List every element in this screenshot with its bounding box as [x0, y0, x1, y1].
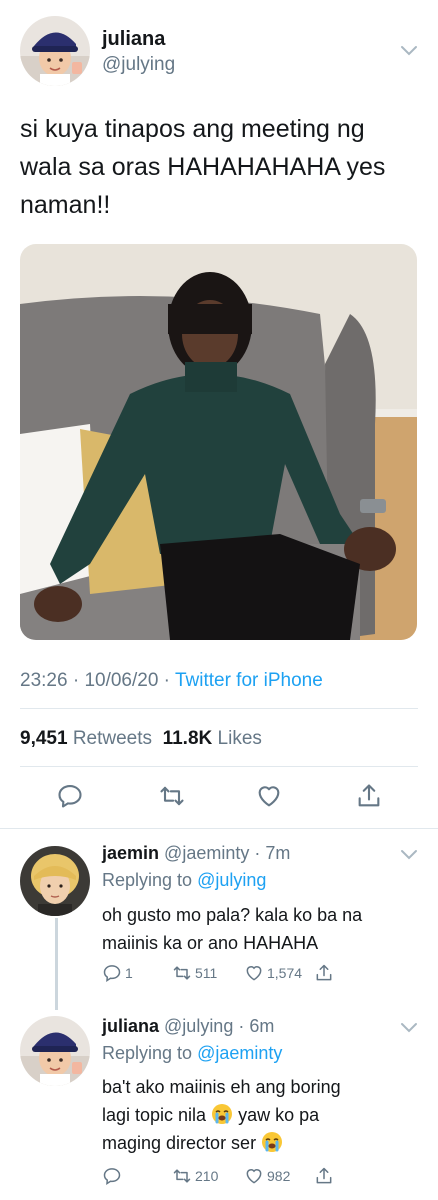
reply-author-handle[interactable]: @julying [164, 1016, 233, 1036]
loudly-crying-face-emoji [212, 1104, 233, 1124]
reply-author-name[interactable]: juliana [102, 1016, 159, 1036]
reply-action[interactable] [102, 1166, 125, 1186]
chevron-down-icon[interactable] [400, 44, 418, 56]
reply-avatar[interactable] [20, 1016, 90, 1086]
reply-icon [103, 965, 121, 982]
like-count: 982 [267, 1168, 291, 1184]
retweets-count[interactable]: 9,451 [20, 728, 68, 749]
thread-line [55, 918, 58, 1010]
reply-age: 6m [249, 1016, 275, 1036]
like-count: 1,574 [267, 965, 303, 981]
share-icon [316, 1167, 332, 1184]
share-icon[interactable] [355, 782, 383, 810]
author-avatar[interactable] [20, 16, 90, 86]
heart-icon[interactable] [255, 782, 283, 810]
replying-to: Replying to @jaeminty [102, 1043, 282, 1064]
reply-count: 1 [125, 965, 133, 981]
reply-text-segment: lagi topic nila [102, 1105, 207, 1125]
reply-action[interactable]: 1 [102, 963, 133, 983]
divider [20, 708, 418, 709]
share-icon [316, 964, 332, 981]
divider [0, 828, 438, 829]
author-name[interactable]: juliana [102, 28, 165, 51]
reply-text-line: ba't ako maiinis eh ang boring [102, 1077, 341, 1097]
reply-header: juliana @julying · 6m [102, 1016, 275, 1036]
like-action[interactable]: 1,574 [244, 963, 302, 983]
reply-author-name[interactable]: jaemin [102, 843, 159, 863]
retweet-action[interactable]: 210 [172, 1166, 218, 1186]
tweet-date: 10/06/20 [84, 670, 159, 691]
retweet-action[interactable]: 511 [172, 963, 217, 983]
replying-label: Replying to [102, 870, 193, 890]
retweet-icon[interactable] [158, 782, 186, 810]
replying-to-handle[interactable]: @julying [197, 870, 266, 890]
reply-text-line: lagi topic nila yaw ko pa [102, 1101, 422, 1129]
author-handle[interactable]: @julying [102, 54, 175, 76]
tweet-source[interactable]: Twitter for iPhone [175, 670, 323, 691]
share-action[interactable] [314, 1166, 337, 1186]
loudly-crying-face-emoji [262, 1132, 283, 1152]
likes-label[interactable]: Likes [218, 728, 262, 749]
share-action[interactable] [314, 963, 337, 983]
reply-icon [103, 1168, 121, 1185]
reply-icon[interactable] [56, 782, 84, 810]
retweets-label[interactable]: Retweets [73, 728, 152, 749]
chevron-down-icon[interactable] [400, 1021, 418, 1033]
reply-text: oh gusto mo pala? kala ko ba na maiinis … [102, 905, 363, 953]
reply-header: jaemin @jaeminty · 7m [102, 843, 291, 863]
tweet-photo[interactable] [20, 244, 417, 640]
like-action[interactable]: 982 [244, 1166, 290, 1186]
reply-text-segment: yaw ko pa [238, 1105, 320, 1125]
replying-to-handle[interactable]: @jaeminty [197, 1043, 282, 1063]
retweet-count: 511 [195, 965, 218, 981]
replying-to: Replying to @julying [102, 870, 266, 891]
retweet-icon [173, 1169, 191, 1183]
reply-author-handle[interactable]: @jaeminty [164, 843, 249, 863]
chevron-down-icon[interactable] [400, 848, 418, 860]
heart-icon [246, 1169, 262, 1184]
tweet-stats: 9,451 Retweets 11.8K Likes [20, 728, 262, 750]
heart-icon [246, 966, 262, 981]
reply-text-line: maging director ser [102, 1129, 422, 1157]
replying-label: Replying to [102, 1043, 193, 1063]
reply-text: ba't ako maiinis eh ang boring lagi topi… [102, 1073, 422, 1157]
reply-age: 7m [265, 843, 291, 863]
reply-text-segment: maging director ser [102, 1133, 257, 1153]
retweet-count: 210 [195, 1168, 219, 1184]
retweet-icon [173, 966, 191, 980]
tweet-meta: 23:26 · 10/06/20 · Twitter for iPhone [20, 670, 323, 691]
divider [20, 766, 418, 767]
likes-count[interactable]: 11.8K [163, 728, 213, 749]
tweet-text: si kuya tinapos ang meeting ng wala sa o… [20, 115, 386, 219]
reply-avatar[interactable] [20, 846, 90, 916]
tweet-time: 23:26 [20, 670, 68, 691]
